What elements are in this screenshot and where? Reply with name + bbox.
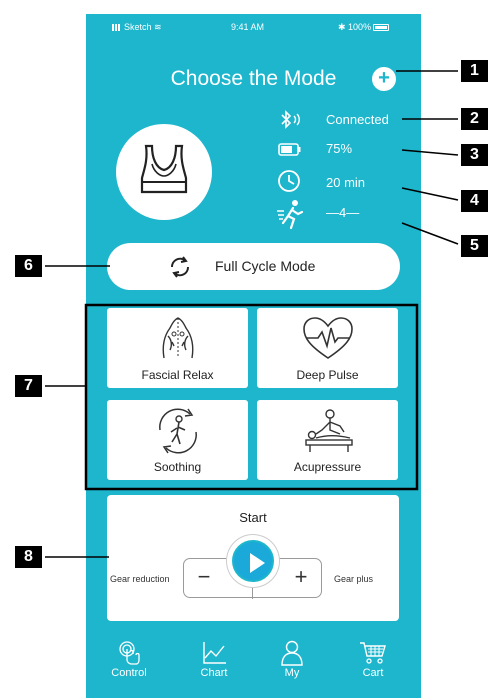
callout-lines <box>45 70 459 558</box>
callout-badge-6: 6 <box>15 255 42 277</box>
callout-badge-5: 5 <box>461 235 488 257</box>
callout-badge-4: 4 <box>461 190 488 212</box>
callout-badge-1: 1 <box>461 60 488 82</box>
callout-badge-2: 2 <box>461 108 488 130</box>
callout-badge-8: 8 <box>15 546 42 568</box>
callout-badge-7: 7 <box>15 375 42 397</box>
callout-badge-3: 3 <box>461 144 488 166</box>
